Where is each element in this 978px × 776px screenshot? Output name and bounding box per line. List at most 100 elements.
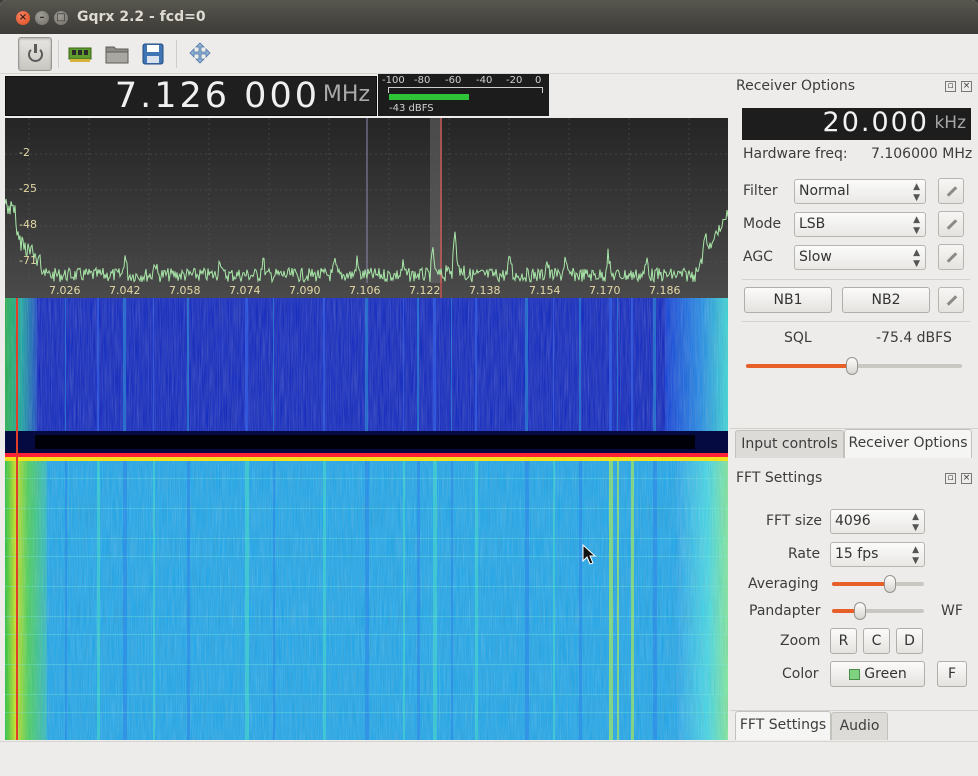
agc-select[interactable]: Slow ▲ ▼ bbox=[794, 245, 926, 270]
waterfall-streak bbox=[5, 694, 728, 695]
tab-receiver-options[interactable]: Receiver Options bbox=[844, 429, 972, 458]
waterfall-signal-line bbox=[65, 298, 66, 431]
hardware-freq-value: 7.106000 MHz bbox=[871, 146, 973, 162]
tab-fft-settings[interactable]: FFT Settings bbox=[735, 711, 831, 740]
window-title: Gqrx 2.2 - fcd=0 bbox=[77, 9, 206, 25]
nb1-button[interactable]: NB1 bbox=[744, 287, 832, 313]
color-button[interactable]: Green bbox=[830, 661, 925, 687]
device-icon bbox=[68, 47, 92, 62]
maximize-icon[interactable]: □ bbox=[54, 11, 68, 25]
averaging-slider[interactable] bbox=[832, 582, 924, 586]
frequency-display[interactable]: 7.126 000 MHz bbox=[5, 76, 377, 116]
waterfall-signal-line bbox=[153, 298, 154, 431]
waterfall-signal-line bbox=[403, 461, 405, 740]
mode-select[interactable]: LSB ▲ ▼ bbox=[794, 212, 926, 237]
agc-options-button[interactable] bbox=[938, 244, 964, 270]
offset-value[interactable]: 20.000 bbox=[823, 107, 929, 138]
x-tick-label: 7.074 bbox=[229, 284, 261, 297]
mouse-cursor-icon bbox=[582, 544, 597, 565]
pandapter-slider[interactable] bbox=[832, 609, 924, 613]
waterfall-signal-line bbox=[609, 298, 612, 431]
receiver-options-title: Receiver Options bbox=[736, 78, 856, 94]
waterfall-streak bbox=[5, 508, 728, 509]
updown-icon: ▲ ▼ bbox=[912, 545, 919, 566]
y-tick-label: -71 bbox=[19, 254, 37, 267]
waterfall-signal-line bbox=[273, 461, 275, 740]
x-tick-label: 7.058 bbox=[169, 284, 201, 297]
open-folder-icon bbox=[105, 46, 129, 64]
pen-icon bbox=[946, 186, 958, 197]
updown-icon: ▲ ▼ bbox=[912, 512, 919, 533]
device-button[interactable] bbox=[64, 38, 96, 70]
x-tick-label: 7.170 bbox=[589, 284, 621, 297]
x-tick-label: 7.106 bbox=[349, 284, 381, 297]
updown-icon: ▲ ▼ bbox=[913, 182, 920, 203]
waterfall-signal-line bbox=[579, 461, 582, 740]
waterfall-streak bbox=[5, 586, 728, 587]
offset-display[interactable]: 20.000 kHz bbox=[742, 107, 971, 140]
waterfall-signal-line bbox=[323, 461, 326, 740]
rate-select[interactable]: 15 fps ▲ ▼ bbox=[830, 542, 925, 567]
waterfall-streak bbox=[5, 712, 728, 713]
nb-options-button[interactable] bbox=[938, 287, 964, 313]
x-tick-label: 7.042 bbox=[109, 284, 141, 297]
waterfall-signal-line bbox=[451, 461, 453, 740]
waterfall-signal-line bbox=[553, 298, 554, 431]
offset-unit: kHz bbox=[934, 113, 966, 133]
mode-value: LSB bbox=[799, 216, 826, 232]
fullscreen-button[interactable] bbox=[184, 38, 216, 70]
fft-size-select[interactable]: 4096 ▲ ▼ bbox=[830, 509, 925, 534]
filter-options-button[interactable] bbox=[938, 178, 964, 204]
waterfall-signal-line bbox=[433, 461, 437, 740]
zoom-center-button[interactable]: C bbox=[863, 628, 890, 654]
meter-scale-label: -40 bbox=[476, 75, 493, 86]
waterfall-streak bbox=[5, 538, 728, 539]
zoom-label: Zoom bbox=[780, 633, 821, 649]
save-button[interactable] bbox=[137, 38, 169, 70]
waterfall-signal-line bbox=[417, 298, 419, 431]
undock-icon[interactable]: ▫ bbox=[945, 473, 956, 484]
power-button[interactable] bbox=[18, 37, 52, 71]
pandapter-slider-handle[interactable] bbox=[853, 602, 866, 620]
minimize-icon[interactable]: – bbox=[35, 11, 49, 25]
spectrum-plot[interactable]: -2 -25 -48 -71 7.026 7.042 7.058 7.074 7… bbox=[5, 118, 728, 298]
mode-options-button[interactable] bbox=[938, 211, 964, 237]
close-icon[interactable]: × bbox=[16, 11, 30, 25]
waterfall-signal-line bbox=[631, 461, 634, 740]
waterfall-signal-line bbox=[123, 461, 127, 740]
rate-label: Rate bbox=[788, 546, 821, 562]
waterfall-streak bbox=[5, 556, 728, 557]
waterfall-signal-line bbox=[65, 461, 67, 740]
undock-icon[interactable]: ▫ bbox=[945, 81, 956, 92]
sql-slider-handle[interactable] bbox=[845, 357, 858, 375]
waterfall-signal-line bbox=[97, 298, 99, 431]
filter-select[interactable]: Normal ▲ ▼ bbox=[794, 179, 926, 204]
zoom-reset-button[interactable]: R bbox=[830, 628, 857, 654]
frequency-unit: MHz bbox=[322, 82, 370, 107]
waterfall-signal-line bbox=[187, 298, 189, 431]
waterfall-signal-line bbox=[403, 298, 404, 431]
close-panel-icon[interactable]: × bbox=[961, 81, 972, 92]
meter-scale-label: 0 bbox=[535, 75, 542, 86]
tab-input-controls[interactable]: Input controls bbox=[735, 430, 844, 458]
waterfall-signal-line bbox=[451, 298, 452, 431]
waterfall-signal-line bbox=[579, 298, 581, 431]
averaging-slider-handle[interactable] bbox=[883, 575, 896, 593]
frequency-value[interactable]: 7.126 000 bbox=[115, 76, 320, 116]
x-tick-label: 7.122 bbox=[409, 284, 441, 297]
meter-level-text: -43 dBFS bbox=[389, 103, 434, 114]
fill-button[interactable]: F bbox=[937, 661, 967, 687]
y-tick-label: -25 bbox=[19, 182, 37, 195]
tab-audio[interactable]: Audio bbox=[831, 712, 888, 740]
close-panel-icon[interactable]: × bbox=[961, 473, 972, 484]
waterfall-display[interactable] bbox=[5, 298, 728, 740]
open-button[interactable] bbox=[101, 38, 133, 70]
waterfall-signal-line bbox=[323, 298, 325, 431]
meter-scale-label: -60 bbox=[445, 75, 462, 86]
power-icon-bar bbox=[34, 44, 37, 53]
waterfall-signal-line bbox=[245, 298, 248, 431]
rate-value: 15 fps bbox=[835, 546, 879, 562]
x-tick-label: 7.186 bbox=[649, 284, 681, 297]
zoom-demod-button[interactable]: D bbox=[896, 628, 923, 654]
nb2-button[interactable]: NB2 bbox=[842, 287, 930, 313]
